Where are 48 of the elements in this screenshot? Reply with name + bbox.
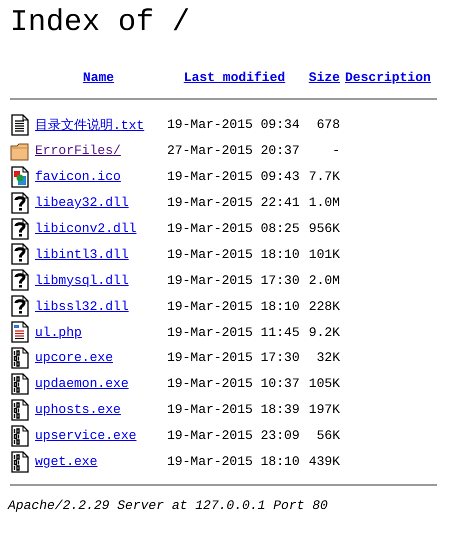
modified-date: 19-Mar-2015 17:30 bbox=[167, 272, 301, 288]
file-link[interactable]: upservice.exe bbox=[35, 428, 136, 444]
file-size: 956K bbox=[308, 221, 340, 236]
file-size: 2.0M bbox=[308, 272, 340, 288]
file-link[interactable]: upcore.exe bbox=[35, 350, 114, 366]
modified-date: 19-Mar-2015 17:30 bbox=[167, 350, 301, 366]
modified-date: 19-Mar-2015 23:09 bbox=[167, 428, 301, 444]
file-size: 32K bbox=[316, 350, 340, 366]
file-link[interactable]: favicon.ico bbox=[35, 169, 121, 184]
file-size: 439K bbox=[308, 454, 340, 470]
modified-date: 27-Mar-2015 20:37 bbox=[167, 143, 301, 158]
file-size: 56K bbox=[316, 428, 340, 444]
file-link[interactable]: libeay32.dll bbox=[35, 195, 129, 210]
file-size: 678 bbox=[316, 117, 340, 132]
file-link[interactable]: libmysql.dll bbox=[35, 272, 129, 288]
column-header-link[interactable]: Name bbox=[82, 70, 114, 84]
modified-date: 19-Mar-2015 18:10 bbox=[167, 246, 301, 262]
column-header-link[interactable]: Size bbox=[308, 70, 340, 84]
modified-date: 19-Mar-2015 09:34 bbox=[167, 117, 301, 132]
modified-date: 19-Mar-2015 11:45 bbox=[167, 324, 301, 340]
modified-date: 19-Mar-2015 18:10 bbox=[167, 298, 301, 314]
file-size: 9.2K bbox=[308, 324, 340, 340]
file-link[interactable]: ErrorFiles/ bbox=[35, 143, 121, 158]
page-title: Index of / bbox=[10, 6, 190, 40]
file-size: 1.0M bbox=[308, 195, 340, 210]
file-link[interactable]: uphosts.exe bbox=[35, 402, 121, 418]
file-size: 7.7K bbox=[308, 169, 340, 184]
file-link[interactable]: wget.exe bbox=[35, 454, 98, 470]
modified-date: 19-Mar-2015 09:43 bbox=[167, 169, 301, 184]
modified-date: 19-Mar-2015 08:25 bbox=[167, 221, 301, 236]
file-size: 228K bbox=[308, 298, 340, 314]
column-header-link[interactable]: Last modified bbox=[184, 70, 286, 84]
column-header-link[interactable]: Description bbox=[345, 70, 431, 84]
modified-date: 19-Mar-2015 18:10 bbox=[167, 454, 301, 470]
file-link[interactable]: 目录文件说明.txt bbox=[35, 116, 144, 134]
file-link[interactable]: updaemon.exe bbox=[35, 376, 129, 392]
file-size: 197K bbox=[308, 402, 340, 418]
file-link[interactable]: ul.php bbox=[35, 324, 82, 340]
file-size: - bbox=[332, 143, 340, 158]
modified-date: 19-Mar-2015 18:39 bbox=[167, 402, 301, 418]
file-link[interactable]: libssl32.dll bbox=[35, 298, 129, 314]
file-size: 101K bbox=[308, 246, 340, 262]
file-link[interactable]: libiconv2.dll bbox=[35, 221, 136, 236]
modified-date: 19-Mar-2015 22:41 bbox=[167, 195, 301, 210]
file-size: 105K bbox=[308, 376, 340, 392]
modified-date: 19-Mar-2015 10:37 bbox=[167, 376, 301, 392]
server-signature: Apache/2.2.29 Server at 127.0.0.1 Port 80 bbox=[8, 498, 328, 514]
file-link[interactable]: libintl3.dll bbox=[35, 246, 129, 262]
